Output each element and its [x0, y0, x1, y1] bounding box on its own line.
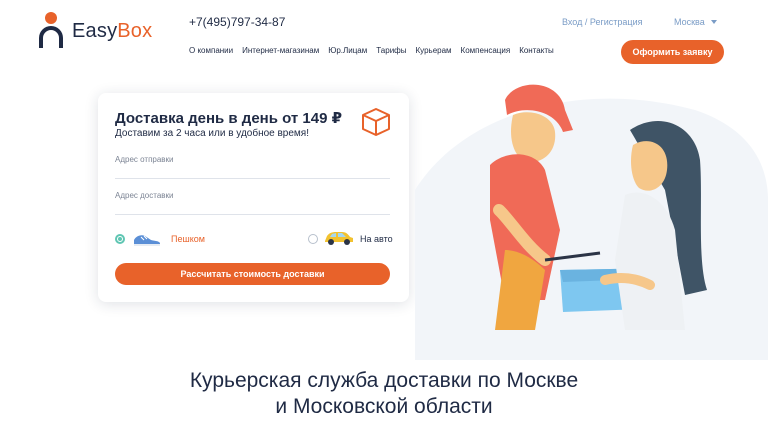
sneaker-icon [134, 235, 160, 246]
car-radio[interactable] [308, 234, 318, 244]
main-nav: О компании Интернет-магазинам Юр.Лицам Т… [189, 46, 554, 55]
logo-word-box: Box [117, 19, 153, 42]
headline-line-1: Курьерская служба доставки по Москве [189, 369, 579, 392]
logo-mark-icon [38, 12, 64, 50]
logo-word-easy: Easy [72, 19, 118, 42]
city-label: Москва [674, 17, 705, 27]
logo[interactable]: EasyBox [38, 12, 152, 50]
nav-item-compensation[interactable]: Компенсация [461, 46, 511, 55]
calculate-button[interactable]: Рассчитать стоимость доставки [115, 263, 390, 285]
phone-number[interactable]: +7(495)797-34-87 [189, 15, 285, 29]
order-button[interactable]: Оформить заявку [621, 40, 724, 64]
walk-option-label[interactable]: Пешком [171, 234, 205, 244]
chevron-down-icon [710, 20, 717, 24]
calculator-subtitle: Доставим за 2 часа или в удобное время! [115, 128, 309, 139]
nav-item-tariffs[interactable]: Тарифы [376, 46, 406, 55]
nav-item-contacts[interactable]: Контакты [519, 46, 554, 55]
calculator-title: Доставка день в день от 149 ₽ [115, 110, 343, 127]
login-link[interactable]: Вход / Регистрация [562, 17, 642, 27]
car-option-label[interactable]: На авто [360, 234, 393, 244]
nav-item-shops[interactable]: Интернет-магазинам [242, 46, 319, 55]
calculator-card: Доставка день в день от 149 ₽ Доставим з… [98, 93, 409, 302]
car-icon [325, 232, 353, 245]
nav-item-about[interactable]: О компании [189, 46, 233, 55]
from-address-input[interactable]: Адрес отправки [115, 153, 390, 179]
to-address-input[interactable]: Адрес доставки [115, 189, 390, 215]
logo-text: EasyBox [72, 20, 152, 43]
box-icon [362, 108, 390, 136]
courier-illustration [415, 84, 768, 360]
city-selector[interactable]: Москва [674, 17, 717, 27]
nav-item-legal[interactable]: Юр.Лицам [328, 46, 367, 55]
headline-line-2: и Московской области [275, 395, 493, 418]
nav-item-couriers[interactable]: Курьерам [416, 46, 452, 55]
page-headline: Курьерская служба доставки по Москве и М… [0, 368, 768, 420]
walk-radio[interactable] [115, 234, 125, 244]
